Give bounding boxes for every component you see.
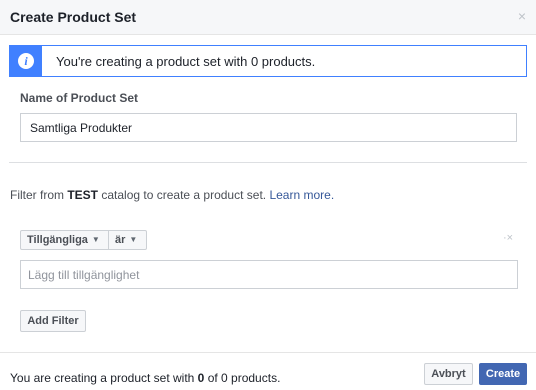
footer-divider (0, 352, 536, 353)
footer-summary: You are creating a product set with 0 of… (10, 371, 280, 385)
filter-operator-dropdown[interactable]: är ▼ (108, 230, 147, 250)
filter-field-dropdown[interactable]: Tillgängliga ▼ (20, 230, 109, 250)
filter-operator-label: är (115, 234, 126, 246)
cancel-button[interactable]: Avbryt (424, 363, 473, 385)
close-icon[interactable]: × (518, 8, 526, 24)
info-icon-block: i (10, 46, 42, 76)
catalog-name: TEST (67, 188, 99, 202)
info-icon: i (18, 53, 34, 69)
create-product-set-dialog: Create Product Set × i You're creating a… (0, 0, 536, 390)
create-button[interactable]: Create (479, 363, 527, 385)
caret-down-icon: ▼ (91, 235, 100, 244)
dialog-header: Create Product Set × (0, 0, 536, 35)
filter-intro-suffix: catalog to create a product set. (98, 188, 270, 202)
learn-more-link[interactable]: Learn more. (269, 188, 334, 202)
filter-intro: Filter from TEST catalog to create a pro… (10, 188, 334, 202)
section-divider (9, 162, 527, 163)
info-banner: i You're creating a product set with 0 p… (9, 45, 527, 77)
add-filter-button[interactable]: Add Filter (20, 310, 86, 332)
remove-icon[interactable]: ·× (503, 232, 513, 244)
dialog-title: Create Product Set (10, 9, 137, 25)
filter-intro-prefix: Filter from (10, 188, 68, 202)
product-set-name-input[interactable] (20, 113, 517, 142)
caret-down-icon: ▼ (129, 235, 138, 244)
footer-summary-prefix: You are creating a product set with (10, 371, 198, 385)
footer-summary-suffix: of 0 products. (204, 371, 281, 385)
availability-input[interactable] (20, 260, 518, 289)
filter-field-label: Tillgängliga (27, 234, 88, 246)
info-message: You're creating a product set with 0 pro… (56, 54, 316, 69)
name-field-label: Name of Product Set (20, 91, 139, 105)
